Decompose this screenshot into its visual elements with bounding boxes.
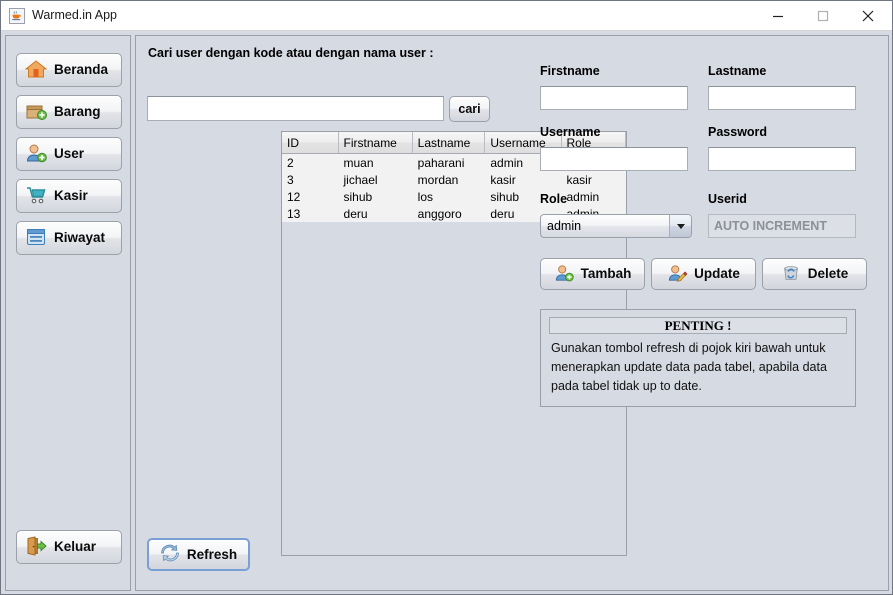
cell-firstname: jichael: [338, 171, 413, 188]
keluar-label: Keluar: [54, 539, 97, 555]
cell-lastname: paharani: [412, 153, 485, 171]
info-panel-body: Gunakan tombol refresh di pojok kiri baw…: [551, 339, 847, 396]
window-title: Warmed.in App: [32, 8, 117, 22]
userid-field: AUTO INCREMENT: [708, 214, 856, 238]
user-table-grid: ID Firstname Lastname Username Role 2 mu…: [282, 132, 626, 222]
close-button[interactable]: [845, 1, 890, 30]
username-label: Username: [540, 125, 601, 139]
user-edit-icon: [667, 264, 688, 285]
info-line-2: menerapkan update data pada tabel, apabi…: [551, 360, 827, 374]
password-input[interactable]: [708, 147, 856, 171]
tambah-button[interactable]: Tambah: [540, 258, 645, 290]
sidebar-item-user[interactable]: User: [16, 137, 122, 171]
refresh-button[interactable]: Refresh: [147, 538, 250, 571]
keluar-button[interactable]: Keluar: [16, 530, 122, 564]
cell-lastname: anggoro: [412, 205, 485, 222]
firstname-input[interactable]: [540, 86, 688, 110]
column-header-id[interactable]: ID: [282, 132, 339, 154]
password-label: Password: [708, 125, 768, 139]
sidebar-item-barang[interactable]: Barang: [16, 95, 122, 129]
column-header-firstname[interactable]: Firstname: [338, 132, 413, 154]
door-exit-icon: [25, 535, 47, 559]
java-coffee-cup-icon: [9, 8, 25, 24]
delete-label: Delete: [807, 266, 849, 282]
minimize-button[interactable]: [755, 1, 800, 30]
chevron-down-icon[interactable]: [669, 215, 691, 237]
cell-id: 13: [282, 205, 339, 222]
app-window: Warmed.in App Beranda Barang User Kasir …: [0, 0, 893, 595]
cell-id: 12: [282, 188, 339, 205]
search-button[interactable]: cari: [449, 96, 490, 122]
table-row[interactable]: 12 sihub los sihub admin: [282, 188, 626, 205]
cell-firstname: sihub: [338, 188, 413, 205]
tambah-label: Tambah: [580, 266, 632, 282]
cell-lastname: mordan: [412, 171, 485, 188]
title-bar: Warmed.in App: [1, 1, 892, 31]
search-button-label: cari: [458, 101, 481, 116]
update-label: Update: [694, 266, 740, 282]
main-panel: Cari user dengan kode atau dengan nama u…: [135, 35, 889, 591]
cell-firstname: muan: [338, 153, 413, 171]
search-input[interactable]: [147, 96, 444, 121]
search-label: Cari user dengan kode atau dengan nama u…: [148, 46, 434, 60]
cell-role: admin: [561, 188, 626, 205]
cell-lastname: los: [412, 188, 485, 205]
sidebar-item-beranda[interactable]: Beranda: [16, 53, 122, 87]
firstname-label: Firstname: [540, 64, 600, 78]
delete-button[interactable]: Delete: [762, 258, 867, 290]
sidebar-item-label: Barang: [54, 104, 101, 120]
shopping-cart-icon: [25, 185, 47, 208]
info-line-3: pada tabel tidak up to date.: [551, 379, 702, 393]
lastname-input[interactable]: [708, 86, 856, 110]
sidebar-item-label: User: [54, 146, 85, 162]
role-select[interactable]: admin: [540, 214, 692, 238]
sidebar-item-kasir[interactable]: Kasir: [16, 179, 122, 213]
box-add-icon: [25, 101, 47, 124]
refresh-label: Refresh: [186, 546, 238, 562]
lastname-label: Lastname: [708, 64, 767, 78]
info-panel-title: PENTING !: [549, 317, 847, 334]
update-button[interactable]: Update: [651, 258, 756, 290]
cell-id: 2: [282, 153, 339, 171]
username-input[interactable]: [540, 147, 688, 171]
user-add-icon: [25, 143, 47, 166]
sidebar: Beranda Barang User Kasir Riwayat Keluar: [5, 35, 131, 591]
sidebar-item-label: Beranda: [54, 62, 109, 78]
sidebar-item-label: Riwayat: [54, 230, 106, 246]
cell-username: kasir: [484, 171, 561, 188]
role-selected-value: admin: [547, 219, 582, 233]
home-icon: [24, 59, 48, 82]
user-add-icon: [554, 264, 574, 285]
info-line-1: Gunakan tombol refresh di pojok kiri baw…: [551, 341, 826, 355]
table-row[interactable]: 3 jichael mordan kasir kasir: [282, 171, 626, 188]
cell-role: kasir: [561, 171, 626, 188]
recycle-bin-icon: [781, 264, 801, 285]
cell-firstname: deru: [338, 205, 413, 222]
sidebar-item-riwayat[interactable]: Riwayat: [16, 221, 122, 255]
userid-value: AUTO INCREMENT: [714, 219, 827, 233]
userid-label: Userid: [708, 192, 747, 206]
sidebar-item-label: Kasir: [54, 188, 88, 204]
window-history-icon: [25, 227, 47, 250]
maximize-button[interactable]: [800, 1, 845, 30]
refresh-icon: [160, 544, 180, 565]
cell-id: 3: [282, 171, 339, 188]
info-panel: PENTING ! Gunakan tombol refresh di pojo…: [540, 309, 856, 407]
column-header-lastname[interactable]: Lastname: [412, 132, 486, 154]
role-label: Role: [540, 192, 568, 206]
